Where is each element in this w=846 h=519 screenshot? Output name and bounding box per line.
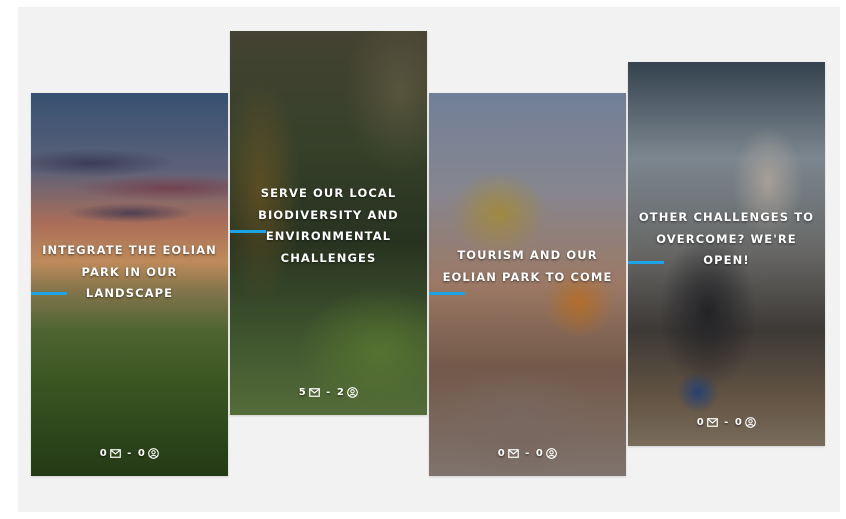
challenge-card-landscape[interactable]: INTEGRATE THE EOLIAN PARK IN OUR LANDSCA… <box>31 93 228 476</box>
message-count: 5 <box>298 387 307 398</box>
participant-count: 2 <box>336 387 345 398</box>
card-title: TOURISM AND OUR EOLIAN PARK TO COME <box>442 248 613 284</box>
envelope-icon <box>508 448 520 459</box>
user-circle-icon <box>546 448 558 459</box>
envelope-icon <box>309 387 321 398</box>
card-stats: 0 - 0 <box>31 448 228 459</box>
challenge-card-biodiversity[interactable]: SERVE OUR LOCAL BIODIVERSITY AND ENVIRON… <box>230 31 427 415</box>
user-circle-icon <box>745 417 757 428</box>
card-carousel: INTEGRATE THE EOLIAN PARK IN OUR LANDSCA… <box>18 7 840 512</box>
message-count: 0 <box>696 417 705 428</box>
participant-count: 0 <box>734 417 743 428</box>
card-stats: 0 - 0 <box>429 448 626 459</box>
stats-separator: - <box>724 417 729 428</box>
accent-line <box>628 261 664 264</box>
card-title: SERVE OUR LOCAL BIODIVERSITY AND ENVIRON… <box>258 186 399 265</box>
participant-count: 0 <box>137 448 146 459</box>
message-count: 0 <box>497 448 506 459</box>
stats-separator: - <box>326 387 331 398</box>
accent-line <box>230 230 266 233</box>
user-circle-icon <box>347 387 359 398</box>
card-stats: 0 - 0 <box>628 417 825 428</box>
accent-line <box>31 292 67 295</box>
user-circle-icon <box>148 448 160 459</box>
challenge-card-other[interactable]: OTHER CHALLENGES TO OVERCOME? WE'RE OPEN… <box>628 62 825 446</box>
message-count: 0 <box>99 448 108 459</box>
accent-line <box>429 292 465 295</box>
challenge-card-tourism[interactable]: TOURISM AND OUR EOLIAN PARK TO COME 0 - … <box>429 93 626 476</box>
card-stats: 5 - 2 <box>230 387 427 398</box>
envelope-icon <box>110 448 122 459</box>
participant-count: 0 <box>535 448 544 459</box>
stats-separator: - <box>525 448 530 459</box>
envelope-icon <box>707 417 719 428</box>
stats-separator: - <box>127 448 132 459</box>
